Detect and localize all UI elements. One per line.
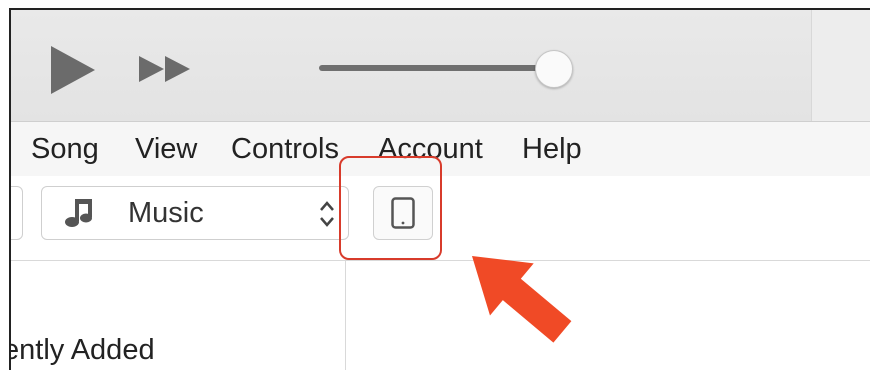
fast-forward-icon[interactable] [137,54,195,84]
menu-song[interactable]: Song [31,132,99,166]
sidebar-divider [345,261,346,370]
menu-view[interactable]: View [135,132,197,166]
toolbar-display-area [811,10,870,121]
player-toolbar [11,10,870,122]
music-note-icon [65,199,92,227]
volume-slider-knob[interactable] [535,50,573,88]
menu-controls[interactable]: Controls [231,132,339,166]
media-kind-label: Music [128,197,204,229]
menu-help[interactable]: Help [522,132,582,166]
media-kind-selector[interactable]: Music [41,186,349,240]
volume-slider-track[interactable] [319,65,547,71]
back-forward-buttons[interactable] [11,186,23,240]
red-arrow-icon [472,256,572,343]
sidebar-item-recently-added[interactable]: ently Added [11,333,155,367]
device-highlight-box [339,156,442,260]
play-icon[interactable] [47,44,99,96]
chevron-up-down-icon [320,201,334,227]
